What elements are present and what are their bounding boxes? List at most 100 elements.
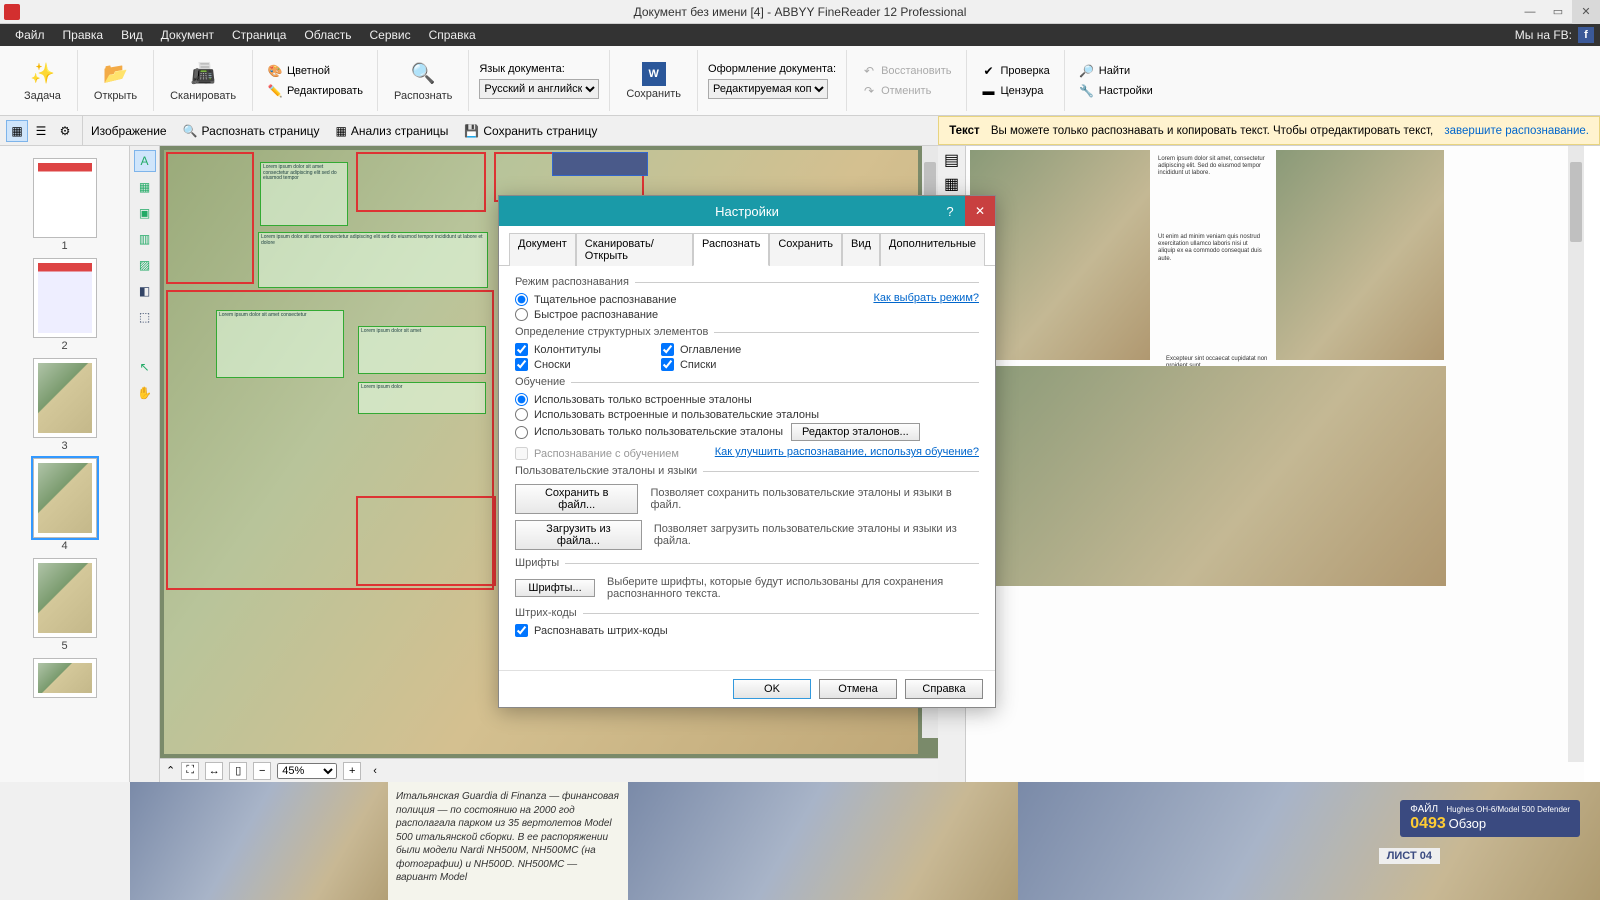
menu-edit[interactable]: Правка xyxy=(54,28,113,42)
radio-user-only[interactable]: Использовать только пользовательские эта… xyxy=(515,425,783,440)
tool-background-area[interactable]: ▨ xyxy=(134,254,156,276)
tool-text-area[interactable]: A xyxy=(134,150,156,172)
thumbnail-5[interactable] xyxy=(33,558,97,638)
close-button[interactable]: ✕ xyxy=(1572,0,1600,24)
mode-help-link[interactable]: Как выбрать режим? xyxy=(873,292,979,304)
section-struct: Определение структурных элементов xyxy=(515,326,714,338)
view-thumbnails-button[interactable]: ▦ xyxy=(6,120,28,142)
radio-both[interactable]: Использовать встроенные и пользовательск… xyxy=(515,407,979,422)
fit-width-button[interactable]: ↔ xyxy=(205,762,223,780)
text-panel: ▤ ▦ Lorem ipsum dolor sit amet, consecte… xyxy=(938,146,1600,782)
fit-page-button[interactable]: ⛶ xyxy=(181,762,199,780)
tool-hand[interactable]: ✋ xyxy=(134,382,156,404)
save-to-file-button[interactable]: Сохранить в файл... xyxy=(515,484,638,514)
tab-view[interactable]: Вид xyxy=(842,233,880,266)
section-training: Обучение xyxy=(515,376,571,388)
dialog-footer: OK Отмена Справка xyxy=(499,670,995,707)
menu-page[interactable]: Страница xyxy=(223,28,295,42)
tool-eraser[interactable]: ⬚ xyxy=(134,306,156,328)
radio-fast[interactable]: Быстрое распознавание xyxy=(515,307,979,322)
read-button[interactable]: 🔍 Распознать xyxy=(388,60,458,102)
cb-barcode[interactable]: Распознавать штрих-коды xyxy=(515,623,979,638)
collapse-icon[interactable]: ⌃ xyxy=(166,764,175,777)
facebook-icon[interactable]: f xyxy=(1578,27,1594,43)
radio-builtin[interactable]: Использовать только встроенные эталоны xyxy=(515,392,979,407)
pattern-editor-button[interactable]: Редактор эталонов... xyxy=(791,423,920,441)
wand-icon: ✨ xyxy=(26,60,58,88)
layout-select[interactable]: Редактируемая копия xyxy=(708,79,828,99)
settings-button[interactable]: 🔧Настройки xyxy=(1075,82,1157,100)
text-tool-1[interactable]: ▤ xyxy=(944,150,959,170)
menu-help[interactable]: Справка xyxy=(420,28,485,42)
read-page-button[interactable]: 🔍Распознать страницу xyxy=(175,124,328,138)
cancel-button[interactable]: Отмена xyxy=(819,679,897,699)
complete-recognition-link[interactable]: завершите распознавание. xyxy=(1444,125,1589,137)
cb-footnotes[interactable]: Сноски xyxy=(515,357,601,372)
tab-advanced[interactable]: Дополнительные xyxy=(880,233,985,266)
tab-document[interactable]: Документ xyxy=(509,233,576,266)
task-button[interactable]: ✨ Задача xyxy=(18,60,67,102)
tool-recognition-area[interactable]: ◧ xyxy=(134,280,156,302)
text-content[interactable]: Lorem ipsum dolor sit amet, consectetur … xyxy=(966,146,1600,782)
text-scrollbar[interactable] xyxy=(1568,146,1584,762)
wrench-icon: 🔧 xyxy=(1079,83,1095,99)
prev-button[interactable]: ‹ xyxy=(373,765,377,777)
dialog-close-icon[interactable]: ✕ xyxy=(965,196,995,226)
open-button[interactable]: 📂 Открыть xyxy=(88,60,143,102)
dialog-titlebar[interactable]: Настройки ? ✕ xyxy=(499,196,995,226)
thumbnail-2[interactable] xyxy=(33,258,97,338)
canvas-zoom-bar: ⌃ ⛶ ↔ ▯ − 45% + ‹ xyxy=(160,758,938,782)
minimize-button[interactable]: — xyxy=(1516,0,1544,24)
analyze-icon: ▦ xyxy=(336,124,347,138)
zoom-in-button[interactable]: + xyxy=(343,762,361,780)
maximize-button[interactable]: ▭ xyxy=(1544,0,1572,24)
menu-file[interactable]: Файл xyxy=(6,28,54,42)
cb-train-with: Распознавание с обучением xyxy=(515,446,715,461)
tool-table-area[interactable]: ▦ xyxy=(134,176,156,198)
tool-barcode-area[interactable]: ▥ xyxy=(134,228,156,250)
save-page-button[interactable]: 💾Сохранить страницу xyxy=(456,124,605,138)
save-button[interactable]: W Сохранить xyxy=(620,62,687,100)
cb-headers[interactable]: Колонтитулы xyxy=(515,342,601,357)
tool-select[interactable]: ↖ xyxy=(134,356,156,378)
scan-button[interactable]: 📠 Сканировать xyxy=(164,60,242,102)
menu-area[interactable]: Область xyxy=(295,28,360,42)
tab-scan-open[interactable]: Сканировать/Открыть xyxy=(576,233,693,266)
thumbnail-6[interactable] xyxy=(33,658,97,698)
fonts-button[interactable]: Шрифты... xyxy=(515,579,595,597)
thumbnail-1[interactable] xyxy=(33,158,97,238)
text-tool-2[interactable]: ▦ xyxy=(944,174,959,194)
view-options-button[interactable]: ⚙ xyxy=(54,120,76,142)
tab-save[interactable]: Сохранить xyxy=(769,233,842,266)
zoom-select[interactable]: 45% xyxy=(277,763,337,779)
tab-read[interactable]: Распознать xyxy=(693,233,769,266)
menu-document[interactable]: Документ xyxy=(152,28,223,42)
image-tab[interactable]: Изображение xyxy=(83,124,175,138)
tool-picture-area[interactable]: ▣ xyxy=(134,202,156,224)
menu-view[interactable]: Вид xyxy=(112,28,152,42)
zoom-out-button[interactable]: − xyxy=(253,762,271,780)
menu-service[interactable]: Сервис xyxy=(361,28,420,42)
cb-lists[interactable]: Списки xyxy=(661,357,741,372)
redo-button[interactable]: ↷Отменить xyxy=(857,82,955,100)
training-help-link[interactable]: Как улучшить распознавание, используя об… xyxy=(715,446,979,458)
help-button[interactable]: Справка xyxy=(905,679,983,699)
load-from-file-button[interactable]: Загрузить из файла... xyxy=(515,520,642,550)
censor-button[interactable]: ▬Цензура xyxy=(977,82,1054,100)
undo-button[interactable]: ↶Восстановить xyxy=(857,62,955,80)
dialog-help-icon[interactable]: ? xyxy=(935,196,965,226)
verify-button[interactable]: ✔Проверка xyxy=(977,62,1054,80)
cb-toc[interactable]: Оглавление xyxy=(661,342,741,357)
language-select[interactable]: Русский и английский xyxy=(479,79,599,99)
dialog-tabs: Документ Сканировать/Открыть Распознать … xyxy=(499,226,995,266)
color-mode-button[interactable]: 🎨Цветной xyxy=(263,62,367,80)
analyze-page-button[interactable]: ▦Анализ страницы xyxy=(328,124,457,138)
edit-image-button[interactable]: ✏️Редактировать xyxy=(263,82,367,100)
thumbnail-4[interactable] xyxy=(33,458,97,538)
thumbnail-3[interactable] xyxy=(33,358,97,438)
ok-button[interactable]: OK xyxy=(733,679,811,699)
view-details-button[interactable]: ☰ xyxy=(30,120,52,142)
find-button[interactable]: 🔎Найти xyxy=(1075,62,1157,80)
actual-size-button[interactable]: ▯ xyxy=(229,762,247,780)
radio-thorough[interactable]: Тщательное распознавание xyxy=(515,292,873,307)
